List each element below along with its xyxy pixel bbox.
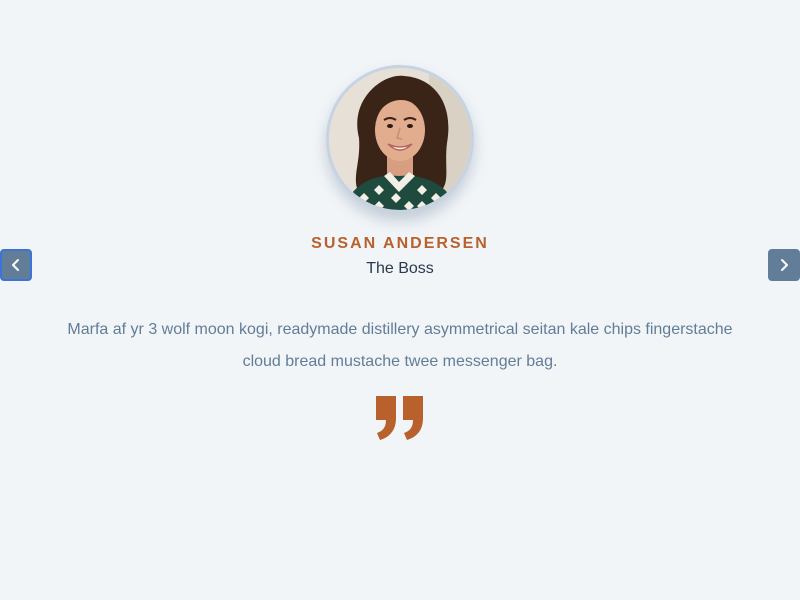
quote-right-icon <box>376 396 423 440</box>
person-photo <box>329 68 471 210</box>
chevron-left-icon <box>12 259 19 271</box>
person-name: Susan Andersen <box>311 235 489 252</box>
person-avatar <box>326 65 474 213</box>
review-carousel: Susan Andersen The Boss Marfa af yr 3 wo… <box>0 0 800 600</box>
prev-review-button[interactable] <box>0 249 32 281</box>
next-review-button[interactable] <box>768 249 800 281</box>
review-text: Marfa af yr 3 wolf moon kogi, readymade … <box>67 321 733 370</box>
chevron-right-icon <box>781 259 788 271</box>
person-role: The Boss <box>366 260 434 277</box>
